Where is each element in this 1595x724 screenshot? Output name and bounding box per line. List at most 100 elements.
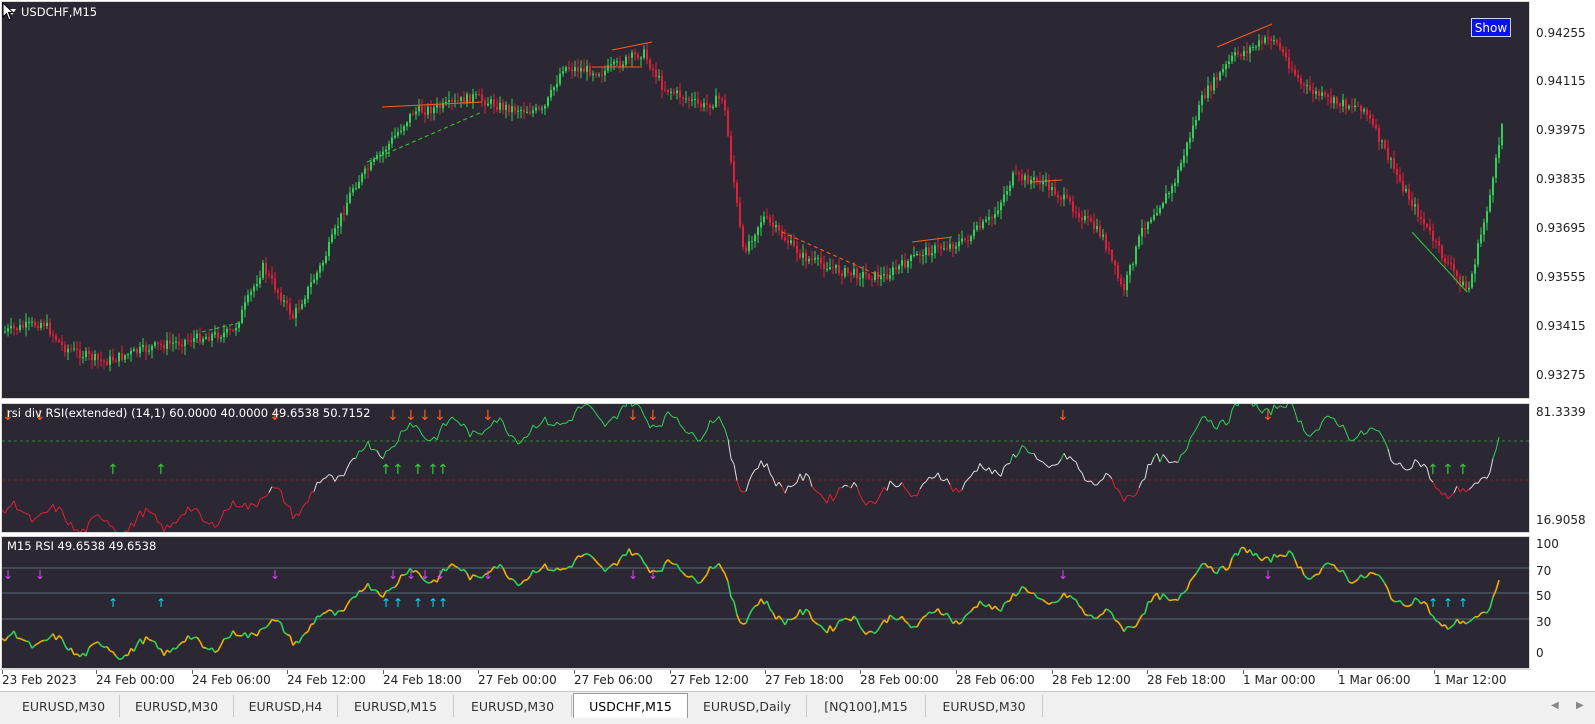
price-candle: [1147, 222, 1149, 230]
rsi-divergence-canvas[interactable]: ↓ ↓ ↓ ↓ ↓ ↓ ↓ ↓ ↓ ↓ ↓ ↓↑ ↑ ↑ ↑ ↑ ↑↑ ↑ ↑ ↑: [2, 404, 1530, 533]
rsi-divergence-line: [922, 481, 927, 485]
price-candle: [1321, 92, 1323, 96]
price-candle: [766, 216, 768, 218]
time-axis[interactable]: 23 Feb 2023 24 Feb 00:00 24 Feb 06:00 24…: [0, 669, 1531, 690]
rsi-line: [1366, 572, 1371, 578]
tab-chart[interactable]: EURUSD,Daily: [688, 695, 807, 717]
rsi-line: [1411, 597, 1416, 605]
rsi-line: [1255, 552, 1260, 559]
rsi-divergence-line: [655, 425, 660, 428]
price-axis[interactable]: 0.94255 0.94115 0.93975 0.93835 0.93695 …: [1531, 1, 1595, 399]
rsi-divergence-line: [49, 503, 54, 510]
rsi-line: [1351, 580, 1356, 584]
rsi-divergence-line: [892, 483, 897, 488]
tab-chart[interactable]: EURUSD,M30: [454, 695, 572, 717]
rsi-line: [967, 610, 972, 615]
rsi-divergence-line: [511, 435, 516, 440]
rsi-divergence-line: [1135, 487, 1140, 496]
price-candle: [1255, 46, 1257, 48]
price-candle: [658, 75, 660, 78]
price-candle: [274, 278, 276, 290]
rsi-line: [1186, 580, 1191, 590]
price-candle: [1501, 124, 1503, 146]
price-candle: [1378, 128, 1380, 142]
rsi-divergence-line: [1492, 449, 1497, 459]
time-label: 27 Feb 18:00: [765, 673, 844, 687]
rsi-line: [58, 635, 63, 639]
price-candle: [904, 260, 906, 268]
price-candle: [961, 238, 963, 242]
rsi-line: [703, 573, 708, 579]
rsi-line: [895, 618, 900, 621]
rsi-line: [1309, 576, 1314, 581]
tab-chart[interactable]: EURUSD,M30: [926, 695, 1043, 717]
price-candle: [1426, 224, 1428, 227]
rsi-divergence-line: [1165, 457, 1170, 463]
rsi-line: [784, 618, 789, 626]
price-candle: [451, 100, 453, 102]
tab-scroll-left-icon[interactable]: ◀: [1551, 700, 1559, 711]
rsi-divergence-line: [862, 500, 867, 506]
price-candle: [1273, 40, 1275, 42]
tab-chart[interactable]: EURUSD,M30: [8, 695, 120, 717]
rsi-divergence-line: [1495, 437, 1500, 451]
chart-area[interactable]: USDCHF,M15 Show ↓ ↓ ↓ ↓ ↓ ↓ ↓ ↓ ↓ ↓ ↓ ↓ ↑ ↑ ↑ ↑ ↑ ↑ ↑ ↑ ↑ ↑ r…: [0, 0, 1595, 690]
rsi-divergence-line: [940, 479, 945, 482]
rsi-divergence-pane[interactable]: ↓ ↓ ↓ ↓ ↓ ↓ ↓ ↓ ↓ ↓ ↓ ↓ ↑ ↑ ↑ ↑ ↑ ↑ ↑ ↑ ↑ ↑ rsi div RSI(exten…: [1, 403, 1530, 533]
price-candle: [733, 161, 735, 183]
price-candle: [43, 322, 45, 326]
price-candle: [640, 57, 642, 59]
rsi-divergence-line: [109, 525, 114, 528]
price-chart-pane[interactable]: USDCHF,M15 Show: [1, 1, 1530, 399]
rsi-divergence-line: [217, 518, 222, 526]
tab-chart[interactable]: EURUSD,H4: [234, 695, 338, 717]
rsi-divergence-line: [112, 526, 117, 532]
price-candle: [124, 355, 126, 360]
tab-scroll-right-icon[interactable]: ▶: [1576, 700, 1584, 711]
rsi-divergence-line: [361, 447, 366, 452]
rsi-line: [502, 567, 507, 576]
price-candle: [1492, 177, 1494, 196]
rsi-line: [661, 562, 666, 572]
price-candle: [1327, 94, 1329, 97]
price-candle: [1369, 114, 1371, 119]
buy-arrow-icon: ↑: [381, 596, 391, 610]
price-candle: [1060, 197, 1062, 200]
rsi-line: [1243, 547, 1248, 554]
rsi-line: [472, 574, 477, 577]
price-candle: [403, 126, 405, 131]
buy-arrow-icon: ↑: [393, 596, 403, 610]
sell-arrow-icon: ↓: [35, 568, 45, 582]
tab-chart-active[interactable]: USDCHF,M15: [573, 693, 688, 718]
rsi-divergence-line: [733, 464, 738, 481]
tab-chart[interactable]: EURUSD,M30: [120, 695, 234, 717]
price-candle: [940, 245, 942, 249]
m15-rsi-axis[interactable]: 100 70 50 30 0: [1531, 536, 1595, 669]
rsi-line: [208, 647, 213, 651]
rsi-divergence-axis[interactable]: 81.3339 16.9058: [1531, 403, 1595, 533]
m15-rsi-canvas[interactable]: ↓ ↓ ↓ ↓ ↓ ↓ ↓ ↓ ↓ ↓ ↓ ↓↑ ↑ ↑ ↑ ↑ ↑ ↑ ↑ ↑ ↑: [2, 537, 1530, 669]
rsi-divergence-line: [994, 469, 999, 475]
rsi-line: [7, 634, 12, 638]
show-button[interactable]: Show: [1471, 18, 1511, 37]
price-candle: [271, 274, 273, 279]
time-label: 27 Feb 12:00: [670, 673, 749, 687]
rsi-line: [808, 611, 813, 620]
rsi-divergence-line: [199, 513, 204, 522]
price-candle: [106, 361, 108, 365]
tab-chart[interactable]: [NQ100],M15: [807, 695, 926, 717]
m15-rsi-pane[interactable]: ↓ ↓ ↓ ↓ ↓ ↓ ↓ ↓ ↓ ↓ ↓ ↓ ↑ ↑ ↑ ↑ ↑ ↑ ↑ ↑ ↑ ↑ M15 RSI 49.6538 4…: [1, 536, 1530, 669]
rsi-divergence-line: [1324, 415, 1329, 418]
time-label: 24 Feb 12:00: [287, 673, 366, 687]
rsi-divergence-line: [1432, 481, 1437, 489]
rsi-line: [22, 639, 27, 642]
price-candle: [1216, 77, 1218, 80]
symbol-title[interactable]: USDCHF,M15: [8, 5, 97, 19]
price-candle: [574, 67, 576, 72]
rsi-line: [505, 574, 510, 580]
price-chart-canvas[interactable]: [2, 2, 1530, 399]
tab-chart[interactable]: EURUSD,M15: [338, 695, 454, 717]
rsi-divergence-line: [610, 416, 615, 420]
rsi-divergence-line: [682, 427, 687, 433]
rsi-divergence-line: [1078, 469, 1083, 474]
